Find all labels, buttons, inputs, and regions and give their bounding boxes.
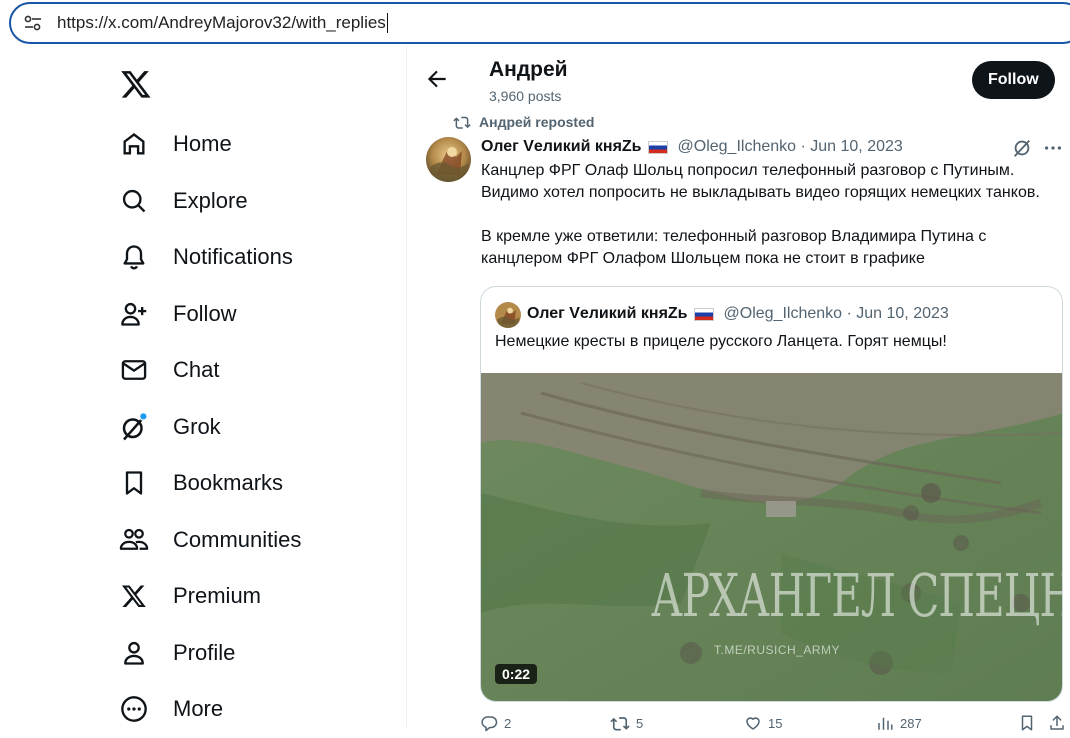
text-caret xyxy=(386,13,388,33)
share-icon xyxy=(1050,715,1064,730)
video-watermark-url: T.ME/RUSICH_ARMY xyxy=(714,643,841,657)
russia-flag-icon xyxy=(693,307,714,321)
repost-label: Андрей reposted xyxy=(479,114,595,130)
main-column: Андрей 3,960 posts Follow Андрей reposte… xyxy=(408,46,1070,732)
tweet-text-line: Канцлер ФРГ Олаф Шольц попросил телефонн… xyxy=(481,162,1015,179)
x-premium-icon xyxy=(118,580,150,612)
sidebar-item-label: Home xyxy=(173,131,232,156)
site-settings-icon[interactable] xyxy=(23,13,43,33)
person-add-icon xyxy=(118,298,150,330)
sidebar-item-profile[interactable]: Profile xyxy=(118,630,235,676)
bookmark-icon xyxy=(118,467,150,499)
reply-button[interactable]: 2 xyxy=(480,714,511,732)
sidebar-item-label: Follow xyxy=(173,301,237,326)
tweet-text-line: В кремле уже ответили: телефонный разгов… xyxy=(481,228,987,245)
quoted-tweet[interactable]: Олег Vеликий княZь @Oleg_Ilchenko · Jun … xyxy=(480,286,1063,702)
sidebar-item-label: Communities xyxy=(173,527,302,552)
sidebar-item-explore[interactable]: Explore xyxy=(118,178,248,224)
video-watermark: АРХАНГЕЛ СПЕЦНАЗА xyxy=(651,561,1062,630)
avatar[interactable] xyxy=(426,137,471,182)
grok-icon xyxy=(118,411,150,443)
post-count: 3,960 posts xyxy=(489,88,562,104)
analytics-icon xyxy=(878,717,893,730)
bookmark-button[interactable] xyxy=(1018,714,1042,732)
x-logo-icon[interactable] xyxy=(120,68,152,100)
communities-icon xyxy=(118,524,150,556)
sidebar-item-more[interactable]: More xyxy=(118,686,223,732)
follow-button[interactable]: Follow xyxy=(972,61,1055,99)
sidebar-item-follow[interactable]: Follow xyxy=(118,291,237,337)
sidebar-item-communities[interactable]: Communities xyxy=(118,517,301,563)
tweet-text-line: Видимо хотел попросить не выкладывать ви… xyxy=(481,184,1040,201)
person-icon xyxy=(118,637,150,669)
sidebar-item-chat[interactable]: Chat xyxy=(118,347,219,393)
mail-icon xyxy=(118,354,150,386)
sidebar-item-label: Premium xyxy=(173,583,262,608)
author-name[interactable]: Олег Vеликий княZь xyxy=(527,305,688,323)
bell-icon xyxy=(118,241,150,273)
sidebar-item-label: Notifications xyxy=(173,244,293,269)
home-icon xyxy=(118,128,150,160)
back-arrow-icon[interactable] xyxy=(424,66,450,92)
reply-count: 2 xyxy=(504,715,512,731)
repost-indicator: Андрей reposted xyxy=(453,113,594,131)
more-circle-icon xyxy=(118,693,150,725)
quoted-tweet-header: Олег Vеликий княZь @Oleg_Ilchenko · Jun … xyxy=(527,304,949,324)
tweet-header: Олег Vеликий княZь @Oleg_Ilchenko · Jun … xyxy=(481,137,903,157)
sidebar-item-bookmarks[interactable]: Bookmarks xyxy=(118,460,283,506)
sidebar-item-label: Explore xyxy=(173,188,248,213)
sidebar-item-notifications[interactable]: Notifications xyxy=(118,234,293,280)
sidebar-item-grok[interactable]: Grok xyxy=(118,404,221,450)
tweet-text: Канцлер ФРГ Олаф Шольц попросил телефонн… xyxy=(481,160,1066,270)
grok-icon[interactable] xyxy=(1011,137,1033,159)
repost-icon xyxy=(610,717,630,731)
avatar[interactable] xyxy=(495,302,521,328)
sidebar-item-label: Bookmarks xyxy=(173,470,284,495)
browser-toolbar: https://x.com/AndreyMajorov32/with_repli… xyxy=(0,0,1070,46)
sidebar-item-label: Chat xyxy=(173,357,220,382)
sidebar-item-label: Profile xyxy=(173,640,236,665)
repost-button[interactable]: 5 xyxy=(610,714,643,732)
profile-header: Андрей 3,960 posts Follow xyxy=(408,46,1070,110)
video-player[interactable]: АРХАНГЕЛ СПЕЦНАЗА T.ME/RUSICH_ARMY 0:22 xyxy=(481,373,1062,701)
like-count: 15 xyxy=(768,715,783,731)
repost-icon xyxy=(453,116,471,129)
tweet-text-line: канцлером ФРГ Олафом Шольцем пока не сто… xyxy=(481,250,925,267)
share-button[interactable] xyxy=(1048,714,1070,732)
more-options-icon[interactable] xyxy=(1042,137,1064,159)
address-bar[interactable]: https://x.com/AndreyMajorov32/with_repli… xyxy=(9,2,1070,44)
heart-icon xyxy=(746,717,760,730)
video-duration: 0:22 xyxy=(495,664,538,684)
profile-name: Андрей xyxy=(489,58,568,81)
sidebar-item-label: More xyxy=(173,696,224,721)
author-name[interactable]: Олег Vеликий княZь xyxy=(481,138,642,156)
like-button[interactable]: 15 xyxy=(744,714,782,732)
sidebar-item-home[interactable]: Home xyxy=(118,121,232,167)
sidebar: Home Explore Notifications Follow Chat G… xyxy=(0,46,407,729)
author-meta[interactable]: @Oleg_Ilchenko · Jun 10, 2023 xyxy=(724,305,949,323)
repost-count: 5 xyxy=(636,715,644,731)
tweet-actions: 2 5 15 287 xyxy=(480,714,1070,738)
url-text[interactable]: https://x.com/AndreyMajorov32/with_repli… xyxy=(57,13,386,33)
view-count: 287 xyxy=(900,715,922,731)
author-meta[interactable]: @Oleg_Ilchenko · Jun 10, 2023 xyxy=(678,138,903,156)
views-button[interactable]: 287 xyxy=(876,714,922,732)
bookmark-icon xyxy=(1021,715,1033,731)
russia-flag-icon xyxy=(647,140,668,154)
reply-icon xyxy=(481,716,498,732)
quoted-tweet-text: Немецкие кресты в прицеле русского Ланце… xyxy=(495,333,947,350)
sidebar-item-label: Grok xyxy=(173,414,221,439)
search-icon xyxy=(118,185,150,217)
sidebar-item-premium[interactable]: Premium xyxy=(118,573,261,619)
